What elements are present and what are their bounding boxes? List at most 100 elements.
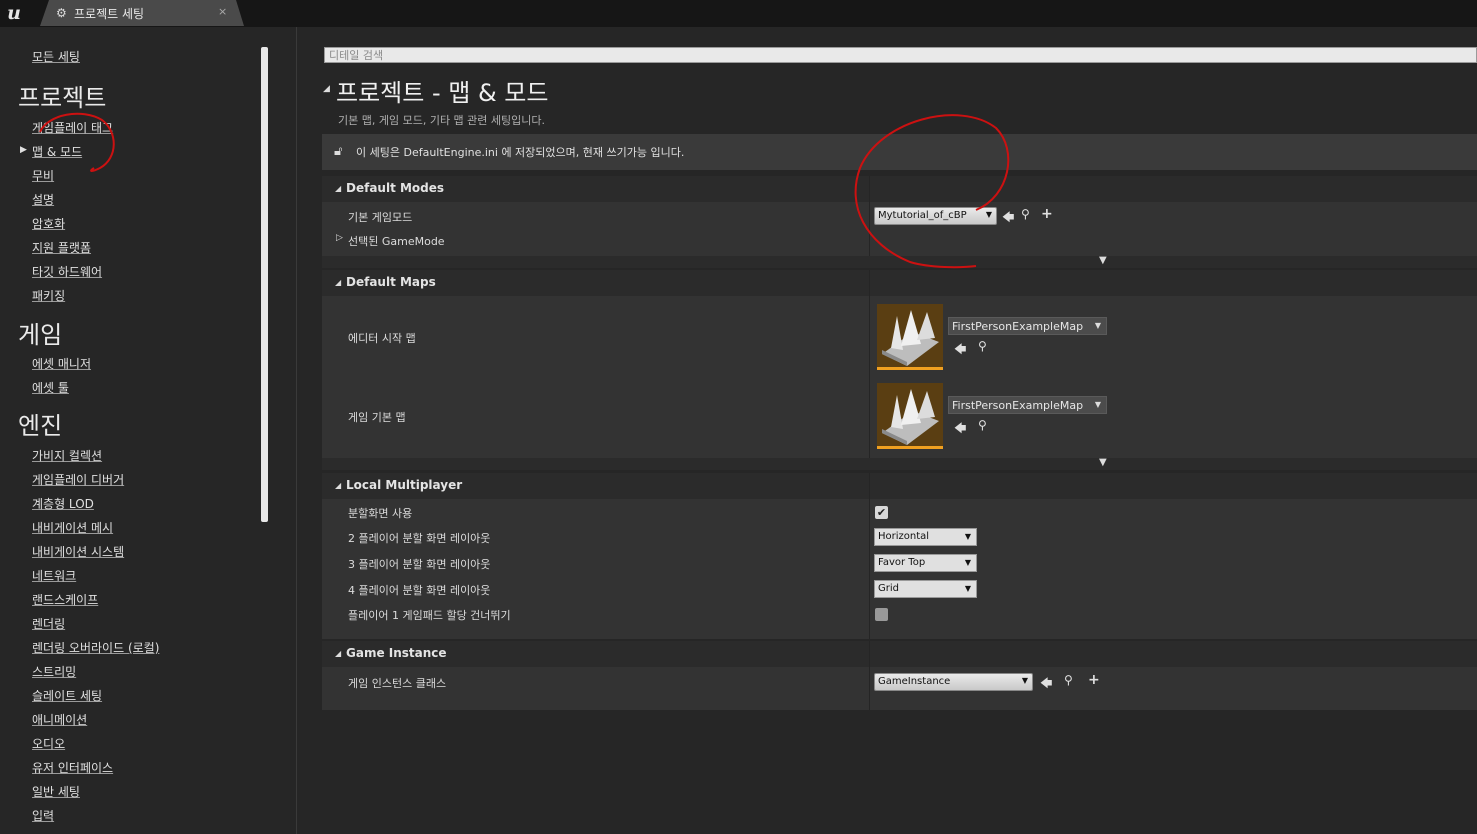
section-header[interactable]: ◢ Local Multiplayer <box>322 473 1477 499</box>
search-input[interactable] <box>329 48 929 62</box>
arrow-left-icon[interactable]: 🡄 <box>954 340 966 361</box>
sidebar-scrollbar[interactable] <box>261 47 268 522</box>
sidebar-item-audio[interactable]: 오디오 <box>32 735 65 752</box>
skip-gamepad-label: 플레이어 1 게임패드 할당 건너뛰기 <box>348 609 511 622</box>
combo-value: Favor Top <box>878 557 926 568</box>
title-bar: u ⚙ 프로젝트 세팅 × <box>0 0 1477 27</box>
combo-value: Mytutorial_of_cBP <box>878 210 967 221</box>
column-splitter[interactable] <box>869 641 870 710</box>
sidebar-item-landscape[interactable]: 랜드스케이프 <box>32 591 98 608</box>
sidebar-item-navmesh[interactable]: 내비게이션 메시 <box>32 519 113 536</box>
sidebar-item-hlod[interactable]: 계층형 LOD <box>32 495 94 512</box>
sidebar-item-gameplay-tags[interactable]: 게임플레이 태그 <box>32 119 113 136</box>
collapse-arrow-icon: ◢ <box>335 649 342 658</box>
sidebar-item-maps-modes[interactable]: 맵 & 모드 <box>32 143 82 160</box>
sidebar-item-all-settings[interactable]: 모든 세팅 <box>32 48 80 65</box>
sidebar-item-asset-tools[interactable]: 에셋 툴 <box>32 379 69 396</box>
sidebar-item-streaming[interactable]: 스트리밍 <box>32 663 76 680</box>
sidebar-item-asset-manager[interactable]: 에셋 매니저 <box>32 355 91 372</box>
default-gamemode-combo[interactable]: Mytutorial_of_cBP ▼ <box>874 207 997 225</box>
magnifier-icon[interactable]: ⚲ <box>978 418 987 432</box>
chevron-down-icon: ▼ <box>964 532 971 541</box>
page-title: 프로젝트 - 맵 & 모드 <box>336 79 549 107</box>
sidebar-item-animation[interactable]: 애니메이션 <box>32 711 87 728</box>
collapse-arrow-icon: ◢ <box>335 278 342 287</box>
config-notice: 🔓︎ 이 세팅은 DefaultEngine.ini 에 저장되었으며, 현재 … <box>322 134 1477 170</box>
arrow-left-icon[interactable]: 🡄 <box>1002 208 1014 229</box>
magnifier-icon[interactable]: ⚲ <box>1064 673 1073 687</box>
section-title: Default Modes <box>346 181 445 195</box>
sidebar-item-target-hardware[interactable]: 타깃 하드웨어 <box>32 263 102 280</box>
game-default-map-label: 게임 기본 맵 <box>348 411 406 424</box>
sidebar-item-input[interactable]: 입력 <box>32 807 54 824</box>
selected-gamemode-label[interactable]: 선택된 GameMode <box>348 233 445 249</box>
plus-icon[interactable]: + <box>1041 206 1053 222</box>
sidebar-item-description[interactable]: 설명 <box>32 191 54 208</box>
two-player-layout-label: 2 플레이어 분할 화면 레이아웃 <box>348 532 491 545</box>
section-header[interactable]: ◢ Default Modes <box>322 176 1477 202</box>
advanced-expander[interactable]: ▼ <box>322 457 1477 470</box>
unlock-icon: 🔓︎ <box>334 144 343 159</box>
editor-startup-map-combo[interactable]: FirstPersonExampleMap ▼ <box>948 317 1107 335</box>
sidebar-item-general-settings[interactable]: 일반 세팅 <box>32 783 80 800</box>
sidebar-item-network[interactable]: 네트워크 <box>32 567 76 584</box>
sidebar-divider[interactable] <box>296 27 297 834</box>
expand-arrow-icon[interactable]: ▷ <box>336 233 343 243</box>
four-player-layout-combo[interactable]: Grid ▼ <box>874 580 977 598</box>
section-header[interactable]: ◢ Game Instance <box>322 641 1477 667</box>
sidebar-item-garbage-collection[interactable]: 가비지 컬렉션 <box>32 447 102 464</box>
three-player-layout-combo[interactable]: Favor Top ▼ <box>874 554 977 572</box>
section-header[interactable]: ◢ Default Maps <box>322 270 1477 296</box>
sidebar-item-gameplay-debugger[interactable]: 게임플레이 디버거 <box>32 471 124 488</box>
arrow-left-icon[interactable]: 🡄 <box>1040 674 1052 695</box>
splitscreen-checkbox[interactable]: ✔ <box>875 506 888 519</box>
magnifier-icon[interactable]: ⚲ <box>978 339 987 353</box>
column-splitter[interactable] <box>869 176 870 256</box>
default-gamemode-label: 기본 게임모드 <box>348 211 413 224</box>
sidebar-item-slate-settings[interactable]: 슬레이트 세팅 <box>32 687 102 704</box>
details-search-box[interactable] <box>324 47 1477 63</box>
sidebar-item-supported-platforms[interactable]: 지원 플랫폼 <box>32 239 91 256</box>
map-thumbnail[interactable] <box>877 383 943 449</box>
magnifier-icon[interactable]: ⚲ <box>1021 207 1030 221</box>
game-default-map-combo[interactable]: FirstPersonExampleMap ▼ <box>948 396 1107 414</box>
four-player-layout-label: 4 플레이어 분할 화면 레이아웃 <box>348 584 491 597</box>
plus-icon[interactable]: + <box>1088 672 1100 688</box>
sidebar-item-movies[interactable]: 무비 <box>32 167 54 184</box>
map-thumbnail[interactable] <box>877 304 943 370</box>
chevron-down-icon: ▼ <box>964 558 971 567</box>
section-local-multiplayer: ◢ Local Multiplayer 분할화면 사용 ✔ 2 플레이어 분할 … <box>322 473 1477 639</box>
chevron-down-icon: ▼ <box>964 584 971 593</box>
section-title: Local Multiplayer <box>346 478 463 492</box>
combo-value: FirstPersonExampleMap <box>952 320 1084 333</box>
two-player-layout-combo[interactable]: Horizontal ▼ <box>874 528 977 546</box>
tab-label: 프로젝트 세팅 <box>74 7 145 21</box>
tab-project-settings[interactable]: ⚙ 프로젝트 세팅 × <box>40 0 244 26</box>
sidebar-item-rendering-overrides[interactable]: 렌더링 오버라이드 (로컬) <box>32 639 159 656</box>
column-splitter[interactable] <box>869 270 870 458</box>
close-icon[interactable]: × <box>218 5 227 18</box>
advanced-expander[interactable]: ▼ <box>322 255 1477 268</box>
section-title: Default Maps <box>346 275 436 289</box>
sidebar-item-rendering[interactable]: 렌더링 <box>32 615 65 632</box>
sidebar-item-encryption[interactable]: 암호화 <box>32 215 65 232</box>
sidebar-item-packaging[interactable]: 패키징 <box>32 287 65 304</box>
sidebar-item-user-interface[interactable]: 유저 인터페이스 <box>32 759 113 776</box>
section-title: Game Instance <box>346 646 447 660</box>
column-splitter[interactable] <box>869 473 870 639</box>
game-instance-class-combo[interactable]: GameInstance ▼ <box>874 673 1033 691</box>
skip-gamepad-checkbox[interactable] <box>875 608 888 621</box>
unreal-logo-icon[interactable]: u <box>2 2 26 24</box>
settings-sidebar: 모든 세팅 프로젝트 게임플레이 태그 ▶ 맵 & 모드 무비 설명 암호화 지… <box>0 27 270 834</box>
sidebar-item-navigation-system[interactable]: 내비게이션 시스템 <box>32 543 124 560</box>
collapse-arrow-icon[interactable]: ◢ <box>323 84 330 94</box>
editor-startup-map-label: 에디터 시작 맵 <box>348 332 416 345</box>
chevron-down-icon: ▼ <box>985 210 992 219</box>
combo-value: GameInstance <box>878 676 951 687</box>
sidebar-category-project: 프로젝트 <box>18 84 107 112</box>
combo-value: Grid <box>878 583 899 594</box>
combo-value: Horizontal <box>878 531 930 542</box>
arrow-left-icon[interactable]: 🡄 <box>954 419 966 440</box>
chevron-down-icon: ▼ <box>1099 255 1107 266</box>
chevron-down-icon: ▼ <box>1094 400 1101 409</box>
